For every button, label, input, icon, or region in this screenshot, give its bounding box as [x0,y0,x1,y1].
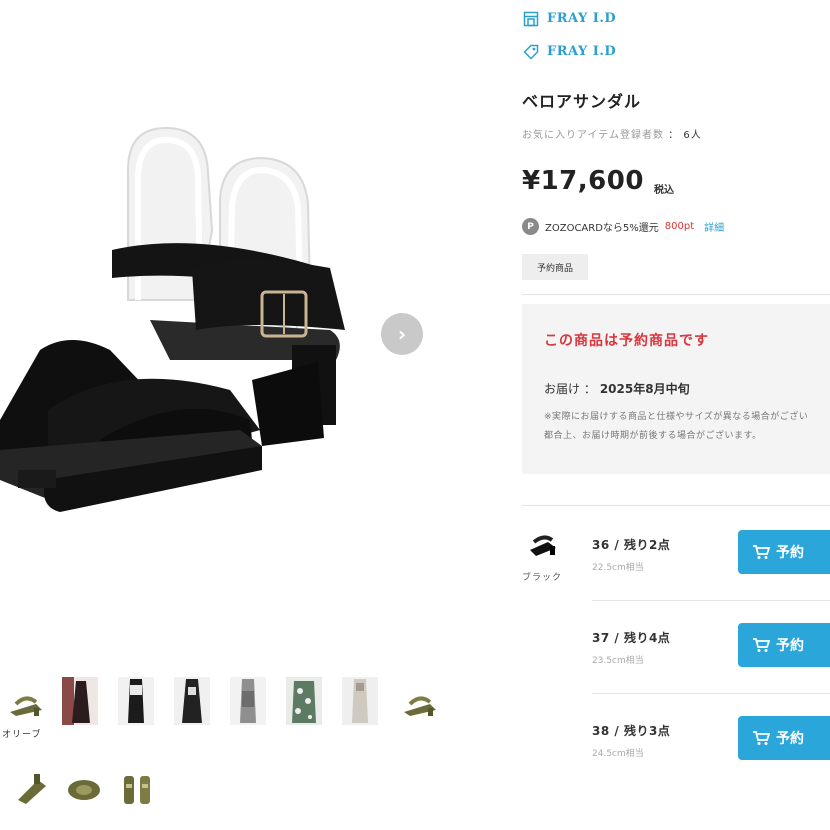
reserve-button-label: 予約 [776,731,804,747]
preorder-tag: 予約商品 [522,254,588,280]
favorite-label: お気に入りアイテム登録者数 [522,130,664,141]
reserve-button[interactable]: 予約 [738,530,830,574]
tax-label: 税込 [654,185,674,196]
thumbnail-model-black-outfit[interactable] [118,677,154,725]
points-icon: P [522,218,539,235]
divider [592,693,830,694]
thumbnail-olive-sandal-side[interactable] [12,770,52,806]
olive-sandal-2-image [404,696,436,716]
shop-name: FRAY I.D [547,11,617,26]
favorite-count-line: お気に入りアイテム登録者数 ： 6人 [522,126,702,141]
olive-sandal-pair-image [124,776,150,804]
sku-cm: 22.5cm相当 [592,563,644,573]
divider [522,294,830,295]
thumbnail-model-black-pants[interactable] [174,677,210,725]
reservation-title: この商品は予約商品です [544,333,709,349]
sku-row: 37 / 残り4点 23.5cm相当 予約 [592,623,830,679]
thumbnail-olive-sandal[interactable] [6,690,46,720]
thumbnail-model-floral[interactable] [286,677,322,725]
sandal-photo [0,126,345,512]
model-black-outfit-image [118,677,154,725]
olive-sandal-side-image [18,774,46,804]
brand-name: FRAY I.D [547,44,617,59]
product-main-image: › [0,0,440,640]
delivery-label: お届け ： [544,382,596,396]
black-sandal-image [530,535,556,556]
model-grey-outfit-image [230,677,266,725]
tag-icon [522,43,539,60]
zozocard-points-row: P ZOZOCARDなら5%還元 800pt 詳細 [522,218,724,235]
thumbnail-model-white[interactable] [342,677,378,725]
brand-link[interactable]: FRAY I.D [522,43,616,60]
cart-icon [753,638,770,652]
sku-row: 36 / 残り2点 22.5cm相当 予約 [592,530,830,586]
favorite-separator: ： [668,130,680,141]
reserve-button-label: 予約 [776,638,804,654]
sku-size-stock: 36 / 残り2点 [592,538,671,552]
zozocard-detail-link[interactable]: 詳細 [704,219,724,234]
reservation-note: ※実際にお届けする商品と仕様やサイズが異なる場合がござい 都合上、お届け時期が前… [544,412,809,441]
model-red-dress-image [62,677,98,725]
shop-link[interactable]: FRAY I.D [522,10,616,27]
sku-size-stock: 38 / 残り3点 [592,724,671,738]
next-image-button[interactable]: › [381,313,423,355]
divider [592,600,830,601]
model-floral-image [286,677,322,725]
thumbnail-olive-sandal-top[interactable] [64,774,104,804]
chevron-right-icon: › [397,322,407,346]
reserve-button[interactable]: 予約 [738,623,830,667]
reserve-button-label: 予約 [776,545,804,561]
thumbnail-model-grey-outfit[interactable] [230,677,266,725]
zozocard-points: 800pt [664,221,695,232]
model-white-image [342,677,378,725]
delivery-date: 2025年8月中旬 [599,382,690,396]
sku-size-stock: 37 / 残り4点 [592,631,671,645]
thumbnail-olive-sandal-pair[interactable] [118,772,158,808]
model-black-pants-image [174,677,210,725]
sku-row: 38 / 残り3点 24.5cm相当 予約 [592,716,830,772]
divider [522,505,830,506]
sku-cm: 24.5cm相当 [592,749,644,759]
cart-icon [753,545,770,559]
favorite-count: 6人 [683,130,702,141]
product-price: ¥17,600 [522,166,644,196]
delivery-date-line: お届け ： 2025年8月中旬 [544,380,690,397]
product-title: ベロアサンダル [522,92,642,111]
shop-icon [522,10,539,27]
olive-sandal-image [10,696,42,716]
product-info-panel: FRAY I.D FRAY I.D ベロアサンダル お気に入りアイテム登録者数 … [522,0,830,830]
zozocard-text: ZOZOCARDなら5%還元 [545,223,659,234]
thumbnail-olive-sandal-2[interactable] [400,690,440,720]
olive-sandal-top-image [68,780,100,800]
color-label: ブラック [522,573,563,583]
thumbnail-model-red-dress[interactable] [62,677,98,725]
cart-icon [753,731,770,745]
reserve-button[interactable]: 予約 [738,716,830,760]
reservation-notice: この商品は予約商品です お届け ： 2025年8月中旬 ※実際にお届けする商品と仕… [522,304,830,474]
sku-cm: 23.5cm相当 [592,656,644,666]
thumbnail-color-caption: オリーブ [2,730,42,740]
color-swatch-black [522,532,566,562]
